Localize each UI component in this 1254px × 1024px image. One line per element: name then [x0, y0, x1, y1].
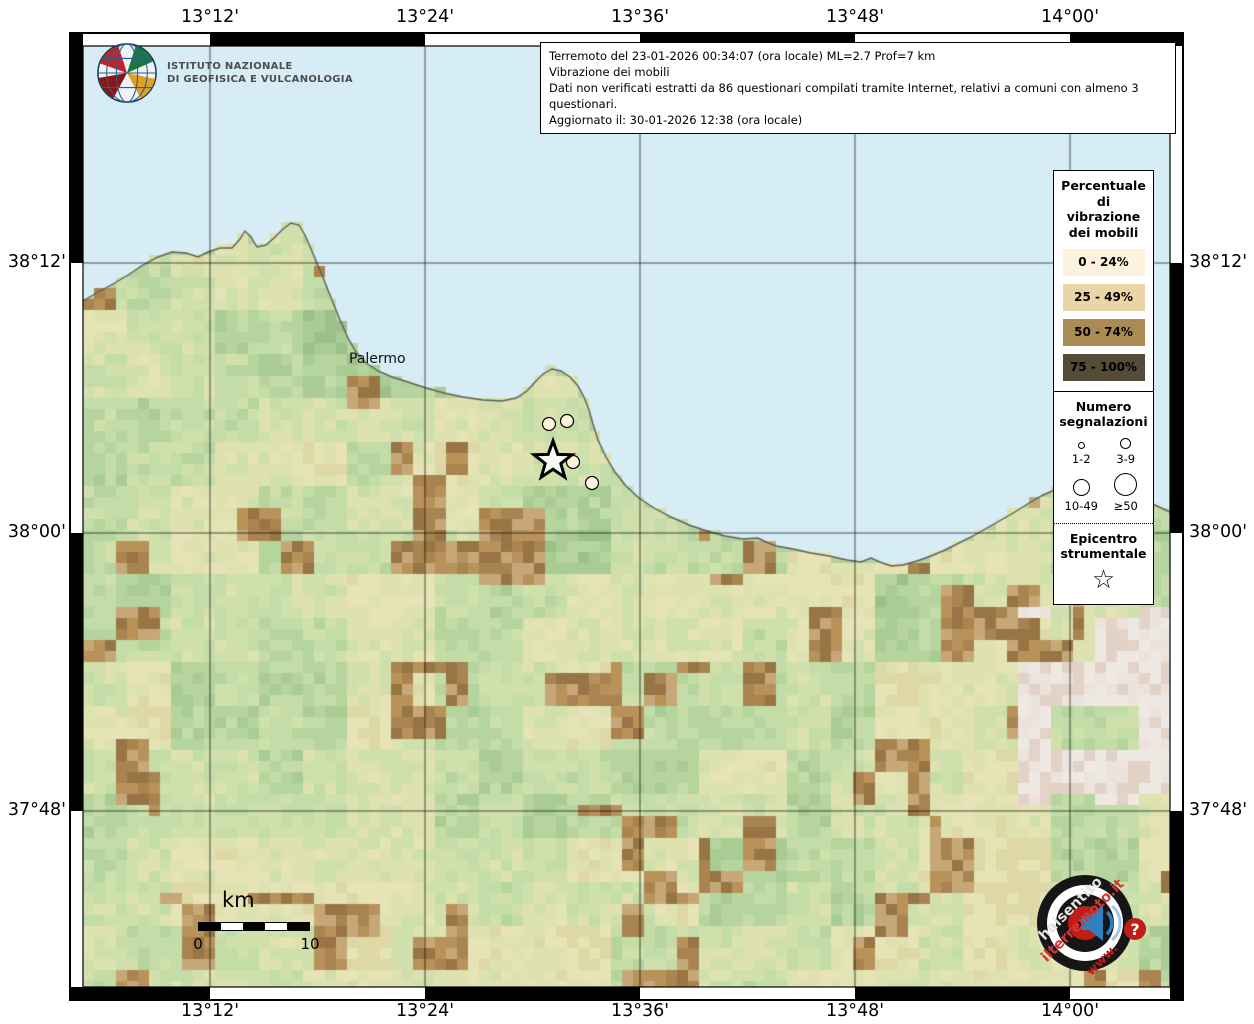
lon-label-bottom: 13°36' — [611, 1001, 669, 1021]
lat-label-right: 37°48' — [1189, 800, 1251, 820]
frame-band — [1170, 33, 1183, 1000]
scalebar-end: 10 — [300, 935, 319, 953]
count-circle-icon — [1078, 442, 1085, 449]
legend-swatch: 50 - 74% — [1063, 319, 1145, 346]
lat-label-left: 37°48' — [4, 800, 66, 820]
legend-swatch: 25 - 49% — [1063, 284, 1145, 311]
lon-label-bottom: 13°12' — [181, 1001, 239, 1021]
legend-swatch-label: 0 - 24% — [1078, 255, 1128, 269]
legend-count-class: 3-9 — [1104, 438, 1149, 466]
lon-label-bottom: 13°24' — [396, 1001, 454, 1021]
felt-report-map-page: 13°12' 13°24' 13°36' 13°48' 14°00' 13°12' 13°… — [0, 0, 1254, 1024]
haisentitoilterremoto-logo: ? haisentito ilterremoto.it www. — [1016, 854, 1154, 992]
frame-segment — [1170, 811, 1183, 1000]
lon-label-bottom: 13°48' — [826, 1001, 884, 1021]
lon-label-top: 14°00' — [1041, 7, 1099, 27]
legend-epicenter-title: Epicentro strumentale — [1059, 531, 1148, 562]
frame-segment — [70, 533, 83, 811]
terrain-basemap — [83, 46, 1170, 987]
frame-segment — [425, 987, 640, 1000]
count-circle-icon — [1073, 479, 1090, 496]
lat-label-right: 38°12' — [1189, 252, 1251, 272]
legend-count-class: 10-49 — [1059, 473, 1104, 513]
count-class-label: 1-2 — [1072, 452, 1091, 466]
count-class-label: ≥50 — [1114, 499, 1138, 513]
svg-text:?: ? — [1130, 920, 1139, 939]
lat-label-right: 38°00' — [1189, 522, 1251, 542]
map-scalebar: km 0 10 — [180, 888, 350, 963]
lon-label-top: 13°12' — [181, 7, 239, 27]
count-class-label: 10-49 — [1065, 499, 1098, 513]
count-class-label: 3-9 — [1116, 452, 1135, 466]
lon-label-top: 13°24' — [396, 7, 454, 27]
event-updated: Aggiornato il: 30-01-2026 12:38 (ora loc… — [549, 112, 1167, 128]
legend-divider — [1054, 391, 1153, 392]
count-circle-icon — [1114, 473, 1137, 496]
ingv-name-line1: ISTITUTO NAZIONALE — [167, 60, 353, 73]
legend-counts-title: Numero segnalazioni — [1059, 399, 1148, 430]
lat-label-left: 38°00' — [4, 522, 66, 542]
event-title: Terremoto del 23-01-2026 00:34:07 (ora l… — [549, 48, 1167, 64]
frame-band — [70, 33, 83, 1000]
legend-percent-title: Percentuale di vibrazione dei mobili — [1059, 178, 1148, 241]
ingv-globe-icon — [96, 42, 158, 104]
scalebar-bar — [198, 922, 310, 931]
ingv-logo: ISTITUTO NAZIONALE DI GEOFISICA E VULCAN… — [96, 42, 353, 104]
map-legend: Percentuale di vibrazione dei mobili 0 -… — [1053, 170, 1154, 605]
scalebar-unit: km — [222, 888, 255, 912]
legend-swatch-label: 75 - 100% — [1070, 360, 1137, 374]
legend-epicenter-star-icon: ☆ — [1059, 566, 1148, 595]
legend-divider-dotted — [1054, 523, 1153, 524]
ingv-name: ISTITUTO NAZIONALE DI GEOFISICA E VULCAN… — [167, 60, 353, 86]
legend-swatch-label: 50 - 74% — [1074, 325, 1133, 339]
frame-segment — [1170, 263, 1183, 533]
legend-swatch: 75 - 100% — [1063, 354, 1145, 381]
count-circle-icon — [1120, 438, 1131, 449]
frame-segment — [70, 987, 210, 1000]
lon-label-bottom: 14°00' — [1041, 1001, 1099, 1021]
legend-count-class: 1-2 — [1059, 438, 1104, 466]
legend-count-class: ≥50 — [1104, 473, 1149, 513]
lat-label-left: 38°12' — [4, 252, 66, 272]
event-question: Vibrazione dei mobili — [549, 64, 1167, 80]
frame-segment — [70, 33, 83, 263]
legend-swatch-label: 25 - 49% — [1074, 290, 1133, 304]
legend-swatch: 0 - 24% — [1063, 249, 1145, 276]
legend-count-classes: 1-2 3-9 10-49 ≥50 — [1059, 438, 1148, 513]
event-info-box: Terremoto del 23-01-2026 00:34:07 (ora l… — [540, 42, 1176, 134]
lon-label-top: 13°36' — [611, 7, 669, 27]
scalebar-start: 0 — [193, 935, 203, 953]
ingv-name-line2: DI GEOFISICA E VULCANOLOGIA — [167, 73, 353, 86]
event-disclaimer: Dati non verificati estratti da 86 quest… — [549, 80, 1167, 112]
legend-swatches: 0 - 24% 25 - 49% 50 - 74% 75 - 100% — [1059, 249, 1148, 381]
city-label-palermo: Palermo — [349, 351, 406, 367]
lon-label-top: 13°48' — [826, 7, 884, 27]
